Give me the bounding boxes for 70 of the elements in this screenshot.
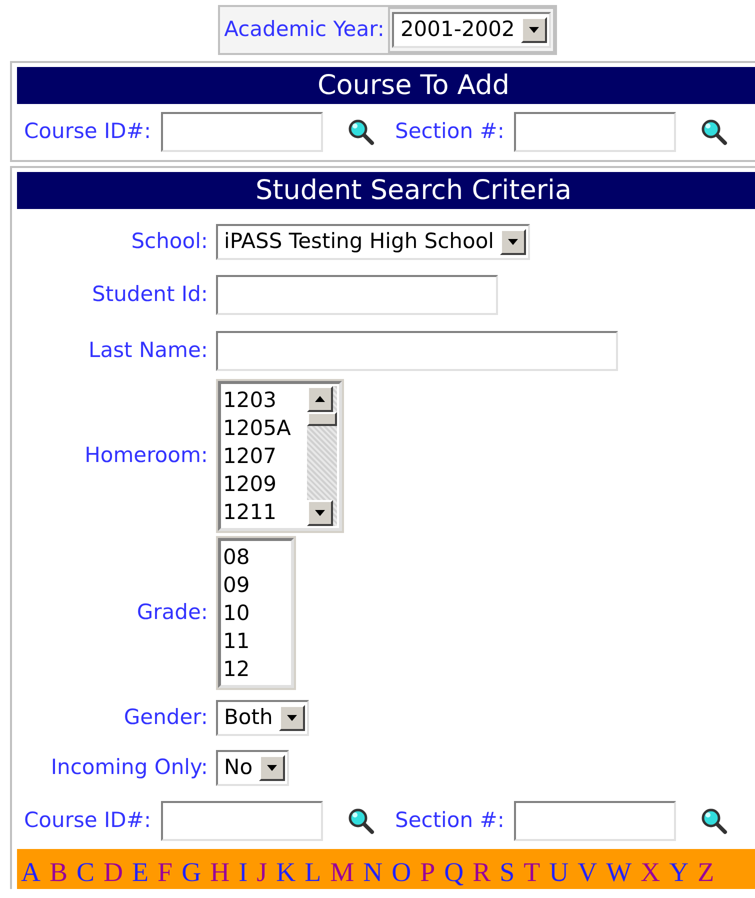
input-field[interactable] xyxy=(161,801,324,841)
field-label: School: xyxy=(130,228,208,256)
scroll-thumb[interactable] xyxy=(307,412,337,426)
field-label: Section #: xyxy=(395,807,504,834)
letter-link[interactable]: W xyxy=(606,855,632,889)
field-label: Homeroom: xyxy=(84,442,208,470)
field-label: Incoming Only: xyxy=(50,754,208,782)
letter-link[interactable]: L xyxy=(304,855,322,889)
letter-link[interactable]: Q xyxy=(444,855,464,889)
list-option[interactable]: 08 xyxy=(223,543,289,571)
letter-link[interactable]: N xyxy=(363,855,383,889)
letter-link[interactable]: Y xyxy=(669,855,689,889)
input-field[interactable] xyxy=(216,331,618,371)
letter-link[interactable]: K xyxy=(276,855,296,889)
scroll-down-icon[interactable] xyxy=(307,500,333,526)
letter-link[interactable]: U xyxy=(549,855,569,889)
list-box[interactable]: 08 09 10 11 12 xyxy=(218,538,294,688)
letter-link[interactable]: C xyxy=(76,855,95,889)
letter-link[interactable]: V xyxy=(578,855,598,889)
list-option[interactable]: 11 xyxy=(223,627,289,655)
scroll-up-icon[interactable] xyxy=(307,386,333,412)
list-option[interactable]: 1209 xyxy=(223,470,307,498)
field-label: Course ID#: xyxy=(24,118,152,146)
list-option[interactable]: 1211 xyxy=(223,498,307,526)
letter-link[interactable]: J xyxy=(256,855,268,889)
field-label: Last Name: xyxy=(88,337,208,364)
input-field[interactable] xyxy=(161,112,324,152)
letter-link[interactable]: T xyxy=(524,855,540,889)
field-label: Course ID#: xyxy=(24,807,152,834)
field-label: Academic Year: xyxy=(223,16,386,44)
field-label: Grade: xyxy=(136,599,208,626)
letter-link[interactable]: I xyxy=(238,855,248,889)
list-option[interactable]: 12 xyxy=(223,655,289,683)
dropdown[interactable]: Both xyxy=(216,700,309,736)
letter-link[interactable]: O xyxy=(392,855,412,889)
dropdown[interactable]: iPASS Testing High School xyxy=(216,224,530,260)
list-option[interactable]: 1207 xyxy=(223,442,307,470)
field-label: Section #: xyxy=(395,118,504,146)
list-option[interactable]: 1205A xyxy=(223,414,307,442)
letter-link[interactable]: F xyxy=(158,855,173,889)
letter-link[interactable]: P xyxy=(420,855,436,889)
scrollbar[interactable] xyxy=(307,386,337,526)
input-field[interactable] xyxy=(216,275,498,315)
section-header: Student Search Criteria xyxy=(17,172,755,209)
letter-link[interactable]: R xyxy=(472,855,491,889)
letter-link[interactable]: H xyxy=(210,855,230,889)
letter-link[interactable]: Z xyxy=(698,855,714,889)
letter-link[interactable]: M xyxy=(330,855,354,889)
search-icon[interactable] xyxy=(347,807,376,835)
letter-link[interactable]: B xyxy=(50,855,68,889)
dropdown[interactable]: 2001-2002 xyxy=(392,12,551,48)
list-option[interactable]: 1203 xyxy=(223,386,307,414)
letter-link[interactable]: A xyxy=(21,855,40,889)
list-option[interactable]: 09 xyxy=(223,571,289,599)
input-field[interactable] xyxy=(514,801,676,841)
field-label: Gender: xyxy=(122,704,208,732)
search-icon[interactable] xyxy=(347,118,376,146)
section-header: Course To Add xyxy=(17,67,755,104)
list-option[interactable]: 10 xyxy=(223,599,289,627)
letter-link[interactable]: D xyxy=(104,855,124,889)
input-field[interactable] xyxy=(514,112,676,152)
dropdown[interactable]: No xyxy=(216,750,289,786)
search-icon[interactable] xyxy=(700,118,728,146)
letter-link[interactable]: E xyxy=(132,855,149,889)
letter-link[interactable]: G xyxy=(182,855,202,889)
list-box[interactable]: 1203 1205A 1207 1209 1211 xyxy=(218,381,342,531)
letter-link[interactable]: X xyxy=(640,855,660,889)
field-label: Student Id: xyxy=(91,281,208,308)
search-icon[interactable] xyxy=(700,807,728,835)
letter-link[interactable]: S xyxy=(500,855,515,889)
